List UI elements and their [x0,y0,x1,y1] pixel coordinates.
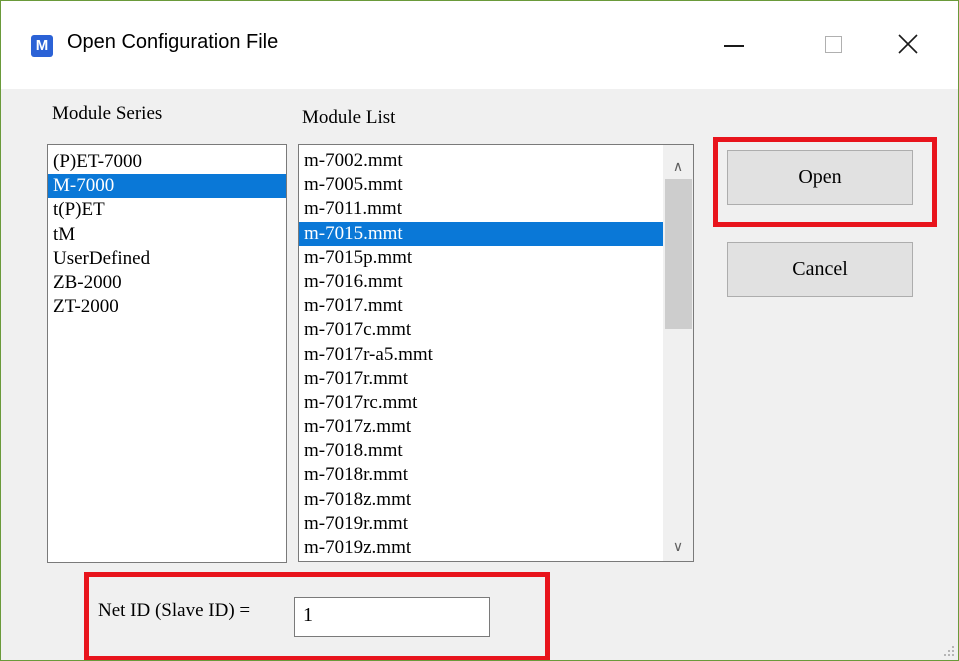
module-series-item[interactable]: tM [48,223,286,247]
module-list-item[interactable]: m-7005.mmt [299,173,665,197]
open-button[interactable]: Open [727,150,913,205]
module-list-item[interactable]: m-7015p.mmt [299,246,665,270]
module-list-item[interactable]: m-7011.mmt [299,197,665,221]
module-list-item[interactable]: m-7017.mmt [299,294,665,318]
maximize-button[interactable] [806,21,866,67]
module-list-item[interactable]: m-7016.mmt [299,270,665,294]
module-series-label: Module Series [52,103,163,124]
resize-grip-icon[interactable] [943,645,955,657]
module-list-item[interactable]: m-7018.mmt [299,439,665,463]
module-list-item[interactable]: m-7019z.mmt [299,536,665,560]
module-list-item[interactable]: m-7019r.mmt [299,512,665,536]
module-list-item[interactable]: m-7017r-a5.mmt [299,343,665,367]
cancel-button[interactable]: Cancel [727,242,913,297]
module-list-item[interactable]: m-7017rc.mmt [299,391,665,415]
module-series-listbox[interactable]: (P)ET-7000 M-7000 t(P)ET tM UserDefined ZB-20… [47,144,287,563]
module-series-item[interactable]: ZT-2000 [48,295,286,319]
module-list-item[interactable]: m-7017r.mmt [299,367,665,391]
module-series-item[interactable]: t(P)ET [48,198,286,222]
close-icon [898,34,918,54]
scroll-thumb[interactable] [665,179,692,329]
module-series-item[interactable]: M-7000 [48,174,286,199]
module-list-item[interactable]: m-7017c.mmt [299,318,665,342]
module-list-item[interactable]: m-7015.mmt [299,221,665,246]
module-series-item[interactable]: UserDefined [48,247,286,271]
module-list-listbox[interactable]: m-7002.mmt m-7005.mmt m-7011.mmt m-7015.mmt… [298,144,694,562]
module-list-items: m-7002.mmt m-7005.mmt m-7011.mmt m-7015.mmt… [299,149,665,560]
app-icon: M [31,35,53,57]
module-list-scrollbar[interactable]: ∧ ∨ [663,145,693,561]
module-series-item[interactable]: ZB-2000 [48,271,286,295]
module-list-item[interactable]: m-7017z.mmt [299,415,665,439]
close-button[interactable] [878,21,938,67]
module-series-item[interactable]: (P)ET-7000 [48,150,286,174]
open-config-dialog: M Open Configuration File Module Series … [0,0,959,661]
net-id-input[interactable]: 1 [294,597,490,637]
module-list-label: Module List [302,107,396,128]
module-list-item[interactable]: m-7002.mmt [299,149,665,173]
scroll-up-arrow-icon[interactable]: ∧ [663,155,693,179]
minimize-button[interactable] [701,21,761,67]
window-title: Open Configuration File [67,31,279,53]
module-list-item[interactable]: m-7018r.mmt [299,463,665,487]
module-list-item[interactable]: m-7018z.mmt [299,488,665,512]
title-bar[interactable]: M Open Configuration File [1,1,958,89]
net-id-label: Net ID (Slave ID) = [98,600,251,621]
scroll-down-arrow-icon[interactable]: ∨ [663,535,693,559]
